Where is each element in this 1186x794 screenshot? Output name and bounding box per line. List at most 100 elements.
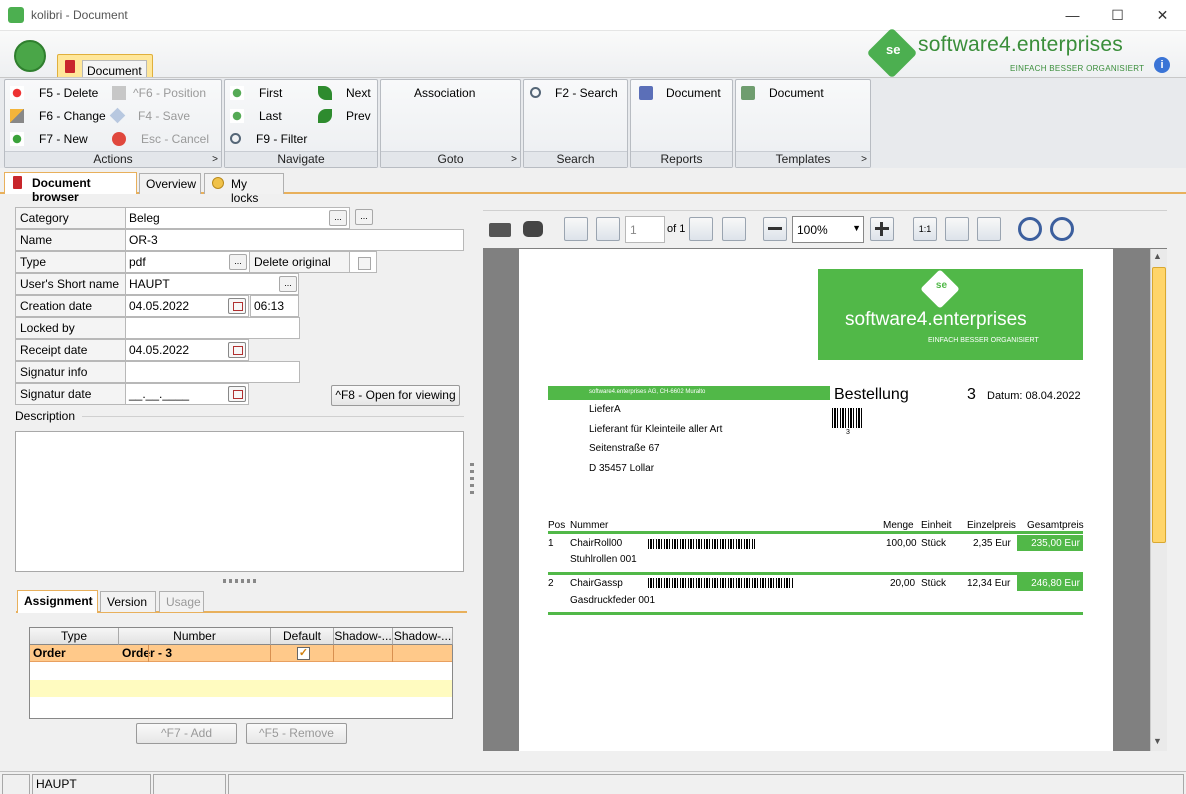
print-icon[interactable] [489, 217, 513, 241]
signatur-date-label: Signatur date [15, 383, 126, 405]
type-picker-button[interactable]: ... [229, 254, 247, 270]
status-user: HAUPT [32, 774, 151, 794]
ribbon: F5 - Delete F6 - Change F7 - New ^F6 - P… [0, 77, 1186, 168]
cancel-button[interactable]: Esc - Cancel [112, 130, 209, 148]
ribbon-tab-document[interactable]: Document [57, 54, 153, 82]
header-nummer: Nummer [570, 520, 609, 531]
rotate-left-icon[interactable] [1018, 217, 1042, 241]
item-1-pos: 1 [548, 538, 554, 549]
fit-width-icon[interactable] [977, 217, 1001, 241]
header-menge: Menge [883, 520, 914, 531]
first-button[interactable]: First [230, 84, 282, 102]
document-date: Datum: 08.04.2022 [987, 390, 1081, 402]
prev-button[interactable]: Prev [318, 107, 371, 125]
pdf-page: se software4.enterprises EINFACH BESSER … [519, 249, 1113, 751]
column-header-default[interactable]: Default [271, 628, 334, 645]
minimize-button[interactable]: — [1050, 0, 1095, 30]
find-binoculars-icon[interactable] [523, 217, 547, 241]
scroll-down-icon[interactable]: ▼ [1153, 736, 1162, 746]
position-button[interactable]: ^F6 - Position [112, 84, 206, 102]
save-button[interactable]: F4 - Save [109, 107, 190, 125]
new-button[interactable]: F7 - New [10, 130, 88, 148]
last-icon [230, 108, 244, 123]
zoom-in-icon[interactable] [870, 217, 894, 241]
status-panel-3 [228, 774, 1184, 794]
document-logo-icon: se [920, 269, 960, 309]
description-textarea[interactable] [15, 431, 464, 572]
creation-time-field[interactable]: 06:13 [250, 295, 299, 317]
pdf-scroll-thumb[interactable] [1152, 267, 1166, 543]
info-icon[interactable]: i [1154, 57, 1170, 73]
category-field[interactable]: Beleg [125, 207, 350, 229]
tab-version[interactable]: Version [100, 591, 156, 612]
association-button[interactable]: Association [414, 84, 475, 102]
last-page-icon[interactable] [722, 217, 746, 241]
status-panel-2 [153, 774, 226, 794]
next-page-icon[interactable] [689, 217, 713, 241]
splitter-handle-horizontal[interactable] [223, 579, 257, 583]
fit-page-icon[interactable] [945, 217, 969, 241]
new-icon [10, 131, 24, 146]
short-name-field[interactable]: HAUPT [125, 273, 299, 295]
sender-line: software4.enterprises AG, CH-6602 Muralt… [589, 389, 706, 395]
template-document-button[interactable]: Document [741, 84, 824, 102]
previous-page-icon[interactable] [596, 217, 620, 241]
report-icon [639, 85, 653, 100]
maximize-button[interactable]: ☐ [1095, 0, 1140, 30]
creation-date-calendar-icon[interactable] [228, 298, 246, 314]
tab-document-browser[interactable]: Document browser [4, 172, 137, 204]
column-header-number[interactable]: Number [119, 628, 271, 645]
report-document-button[interactable]: Document [639, 84, 721, 102]
item-1-einzel: 2,35 Eur [973, 538, 1011, 549]
category-picker-button[interactable]: ... [329, 210, 347, 226]
filter-button[interactable]: F9 - Filter [230, 130, 307, 148]
row-default-checkbox[interactable]: ✓ [297, 647, 310, 660]
delete-original-checkbox[interactable] [358, 257, 371, 270]
short-name-label: User's Short name [15, 273, 126, 295]
receipt-date-calendar-icon[interactable] [228, 342, 246, 358]
template-icon [741, 85, 755, 100]
save-icon [109, 108, 126, 124]
signatur-info-field[interactable] [125, 361, 300, 383]
signatur-date-calendar-icon[interactable] [228, 386, 246, 402]
document-tagline: EINFACH BESSER ORGANISIERT [928, 337, 1039, 344]
last-button[interactable]: Last [230, 107, 282, 125]
open-for-viewing-button[interactable]: ^F8 - Open for viewing [331, 385, 460, 406]
tab-assignment[interactable]: Assignment [17, 590, 98, 613]
column-header-shadow-2[interactable]: Shadow-... [393, 628, 453, 645]
pdf-vertical-scrollbar[interactable]: ▲ ▼ [1150, 249, 1167, 751]
search-button[interactable]: F2 - Search [530, 84, 618, 102]
status-bar: HAUPT [0, 771, 1186, 794]
table-row[interactable]: Order Order - 3 ✓ [30, 645, 452, 662]
name-field[interactable]: OR-3 [125, 229, 464, 251]
signatur-info-label: Signatur info [15, 361, 126, 383]
change-button[interactable]: F6 - Change [10, 107, 106, 125]
remove-assignment-button[interactable]: ^F5 - Remove [246, 723, 347, 744]
column-header-shadow-1[interactable]: Shadow-... [334, 628, 393, 645]
zoom-select[interactable]: 100% ▼ [792, 216, 864, 243]
splitter-handle-vertical[interactable] [470, 463, 474, 497]
tab-usage[interactable]: Usage [159, 591, 204, 612]
rotate-right-icon[interactable] [1050, 217, 1074, 241]
delete-original-checkbox-cell [349, 251, 377, 273]
next-button[interactable]: Next [318, 84, 371, 102]
document-number: 3 [967, 386, 976, 403]
add-assignment-button[interactable]: ^F7 - Add [136, 723, 237, 744]
actual-size-icon[interactable]: 1:1 [913, 217, 937, 241]
item-1-gesamt-cell: 235,00 Eur [1017, 535, 1083, 551]
kolibri-menu-icon[interactable] [14, 40, 46, 72]
page-number-input[interactable]: 1 [625, 216, 665, 243]
zoom-out-icon[interactable] [763, 217, 787, 241]
first-page-icon[interactable] [564, 217, 588, 241]
delete-button[interactable]: F5 - Delete [10, 84, 98, 102]
column-header-type[interactable]: Type [30, 628, 119, 645]
category-extra-button[interactable]: ... [355, 209, 373, 225]
item-2-rule [548, 612, 1083, 615]
tab-overview[interactable]: Overview [139, 173, 201, 194]
item-2-menge: 20,00 [890, 578, 916, 589]
short-name-picker-button[interactable]: ... [279, 276, 297, 292]
item-1-einheit: Stück [921, 538, 947, 549]
scroll-up-icon[interactable]: ▲ [1153, 251, 1162, 261]
kolibri-app-icon [8, 7, 24, 23]
close-button[interactable]: ✕ [1140, 0, 1185, 30]
